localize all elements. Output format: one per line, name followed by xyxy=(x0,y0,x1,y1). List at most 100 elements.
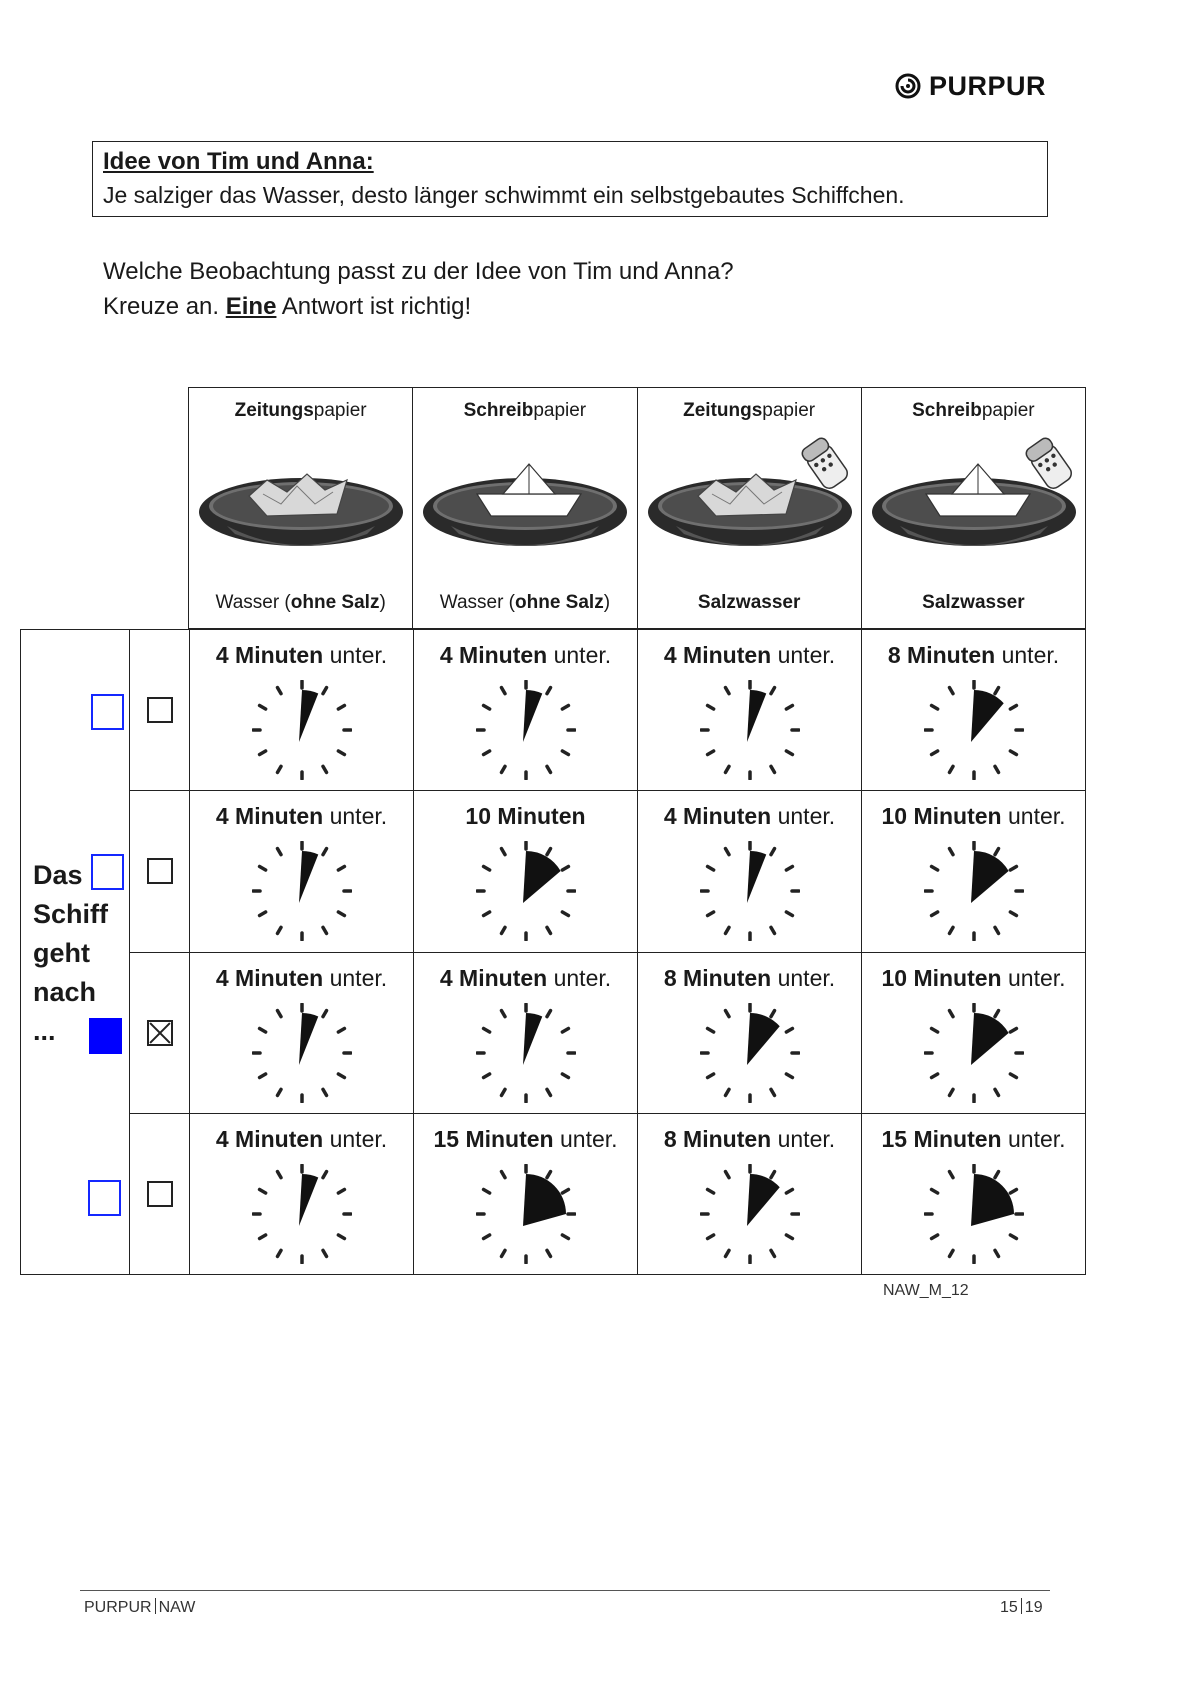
clock-tick xyxy=(1008,1233,1018,1240)
clock-tick xyxy=(768,1008,776,1018)
duration-number: 15 xyxy=(433,1125,460,1152)
item-code: NAW_M_12 xyxy=(883,1282,969,1299)
clock-tick xyxy=(992,1169,1000,1180)
clock-sector xyxy=(522,1173,566,1226)
clock-tick xyxy=(275,1248,283,1258)
condition-cell: Zeitungspapier Salzwasser xyxy=(636,388,861,628)
duration-number: 8 xyxy=(663,1125,677,1152)
clock-tick xyxy=(947,847,955,857)
clock-tick xyxy=(784,1071,794,1079)
clock-tick xyxy=(1008,1187,1018,1195)
clock-tick xyxy=(723,925,731,936)
checkbox-checked[interactable] xyxy=(146,1019,173,1046)
clock-tick xyxy=(992,1008,1000,1018)
clock-tick xyxy=(336,703,346,711)
clock-tick xyxy=(947,925,955,936)
clock-tick xyxy=(1008,1026,1018,1034)
clock-icon xyxy=(699,1163,800,1264)
clock-icon xyxy=(251,680,352,780)
duration-unit: Minuten xyxy=(465,1125,554,1152)
salt-shaker-icon xyxy=(801,437,848,489)
clock-tick xyxy=(1008,910,1018,918)
clock-tick xyxy=(257,703,267,711)
clock-tick xyxy=(336,749,346,757)
duration-rest: unter. xyxy=(547,642,612,668)
duration-text: 4 Minuten unter. xyxy=(190,642,413,669)
duration-unit: Minuten xyxy=(913,964,1002,991)
clock-icon xyxy=(699,1002,800,1103)
duration-rest: unter. xyxy=(323,1125,388,1152)
clock-tick xyxy=(929,910,939,918)
answer-cell: 4 Minuten unter. xyxy=(637,791,861,952)
duration-text: 4 Minuten unter. xyxy=(638,803,861,830)
water-type: Salzwasser xyxy=(697,592,801,613)
clock-tick xyxy=(320,847,328,857)
clock-tick xyxy=(499,925,507,936)
clock-sector xyxy=(298,1012,318,1065)
duration-number: 4 xyxy=(215,1125,229,1152)
clock-tick xyxy=(723,847,731,857)
clock-icon xyxy=(699,680,800,780)
clock-tick xyxy=(992,1248,1000,1258)
clock-tick xyxy=(336,865,346,872)
clock-sector xyxy=(970,851,1009,904)
clock-tick xyxy=(544,685,552,696)
answer-cell: 4 Minuten unter. xyxy=(190,1114,413,1274)
annotation-box[interactable] xyxy=(88,1180,121,1216)
clock-tick xyxy=(992,925,1000,936)
clock-tick xyxy=(275,925,283,936)
annotation-box[interactable] xyxy=(91,854,124,890)
clock-tick xyxy=(275,764,283,775)
answer-cell: 8 Minuten unter. xyxy=(637,1113,861,1274)
duration-rest: unter. xyxy=(771,803,836,830)
clock-sector xyxy=(522,851,561,904)
annotation-box-selected[interactable] xyxy=(89,1018,122,1054)
duration-number: 10 xyxy=(881,964,908,991)
clock-tick xyxy=(705,1187,715,1195)
salt-shaker-icon xyxy=(1025,437,1072,489)
clock-tick xyxy=(544,1008,552,1018)
paper-type: Zeitungs xyxy=(683,400,763,421)
clock-tick xyxy=(481,865,491,872)
water-type: ohne Salz xyxy=(515,592,604,613)
question: Welche Beobachtung passt zu der Idee von… xyxy=(103,254,734,324)
duration-text: 10 Minuten xyxy=(414,803,637,830)
clock-icon xyxy=(923,1002,1024,1103)
clock-tick xyxy=(705,1026,715,1034)
page-number: 15 19 xyxy=(1000,1598,1043,1617)
duration-rest: unter. xyxy=(323,964,388,991)
answer-rows: 4 Minuten unter. 4 Minuten unter. 4 Minute… xyxy=(190,630,1085,1274)
clock-icon xyxy=(699,841,800,942)
duration-number: 4 xyxy=(663,803,677,830)
condition-cell: Schreibpapier Salzwasser xyxy=(860,388,1085,628)
answer-cell: 10 Minuten unter. xyxy=(861,791,1085,952)
clock-sector xyxy=(746,1173,780,1226)
clock-tick xyxy=(481,1233,491,1240)
clock-tick xyxy=(992,764,1000,775)
clock-tick xyxy=(560,749,570,757)
annotation-box[interactable] xyxy=(91,694,124,730)
checkbox-cell xyxy=(130,1112,189,1274)
duration-rest: unter. xyxy=(323,803,388,830)
clock-tick xyxy=(947,1008,955,1018)
clock-tick xyxy=(481,703,491,711)
answer-row: 4 Minuten unter. 4 Minuten unter. 4 Minute… xyxy=(190,630,1085,791)
condition-paper: Zeitungspapier xyxy=(638,400,861,422)
clock-tick xyxy=(705,1071,715,1079)
answer-row: 4 Minuten unter. 4 Minuten unter. 8 Minute… xyxy=(190,951,1085,1113)
clock-tick xyxy=(1008,749,1018,757)
checkbox[interactable] xyxy=(146,697,173,724)
condition-water: Wasser (ohne Salz) xyxy=(413,592,636,614)
checkbox[interactable] xyxy=(146,858,173,885)
clock-tick xyxy=(784,910,794,918)
clock-tick xyxy=(499,847,507,857)
clock-sector xyxy=(298,851,318,904)
clock-tick xyxy=(705,703,715,711)
clock-tick xyxy=(947,1248,955,1258)
duration-number: 4 xyxy=(439,642,453,668)
checkbox[interactable] xyxy=(146,1180,173,1207)
clock-tick xyxy=(705,865,715,872)
clock-tick xyxy=(947,685,955,696)
condition-table: Zeitungspapier Wasser (ohne Salz) Schreibp… xyxy=(188,387,1086,629)
clock-tick xyxy=(768,764,776,775)
